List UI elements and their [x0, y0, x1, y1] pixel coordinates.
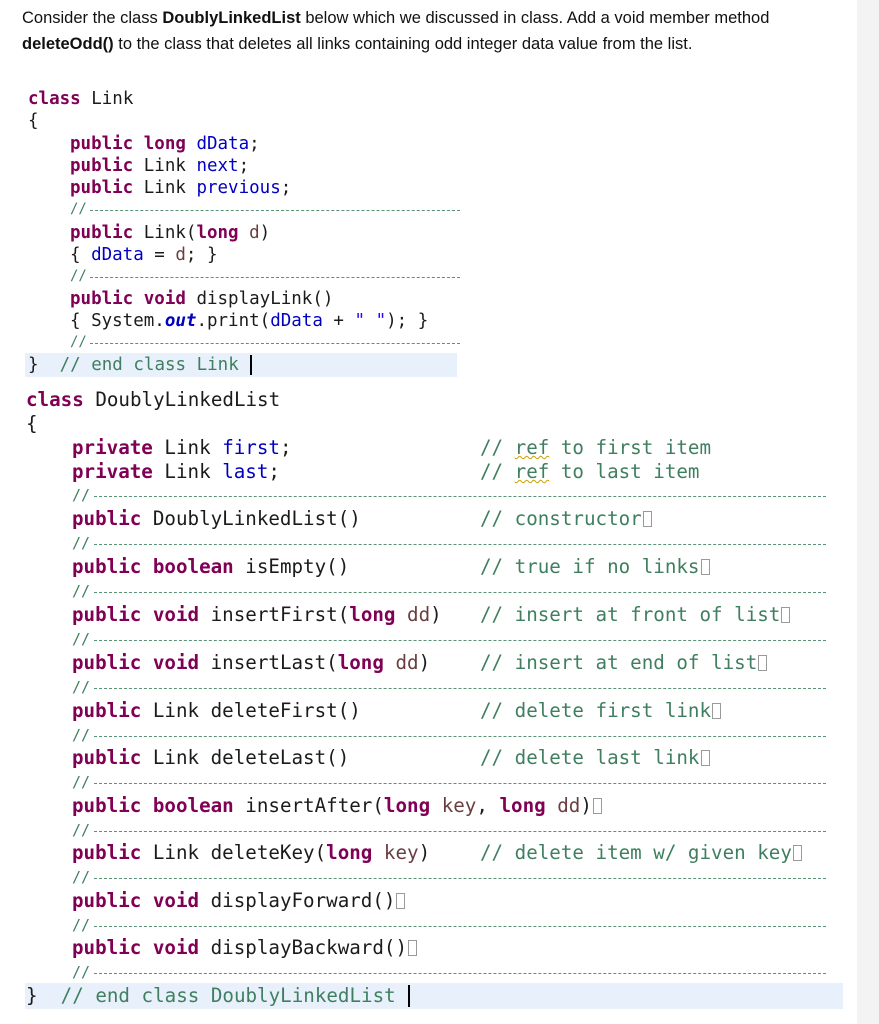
link-field-ddata: public long dData;	[70, 134, 260, 154]
dll-separator-9: //	[72, 868, 91, 886]
dll-separator-7: //	[72, 773, 91, 791]
dll-field-last: private Link last;	[72, 460, 280, 483]
dll-method-isempty: public boolean isEmpty()	[72, 555, 350, 578]
dll-end-line: } // end class DoublyLinkedList	[26, 984, 396, 1007]
placeholder-box	[781, 607, 791, 623]
placeholder-box	[396, 893, 406, 909]
link-open-brace: {	[28, 111, 39, 131]
dll-field-first-comment: // ref to first item	[480, 436, 712, 459]
dll-separator-line-1	[94, 496, 826, 497]
dll-separator-line-8	[94, 831, 826, 832]
link-field-previous: public Link previous;	[70, 178, 292, 198]
link-separator-line-1	[90, 210, 460, 211]
dll-separator-line-2	[94, 544, 826, 545]
dll-separator-11: //	[72, 963, 91, 981]
placeholder-box	[758, 655, 768, 671]
dll-method-deletekey: public Link deleteKey(long key)	[72, 841, 431, 864]
dll-method-displaybackward: public void displayBackward()	[72, 936, 418, 960]
dll-separator-line-10	[94, 926, 826, 927]
dll-separator-line-5	[94, 688, 826, 689]
dll-separator-2: //	[72, 534, 91, 552]
dll-separator-line-6	[94, 736, 826, 737]
dll-method-insertfirst: public void insertFirst(long dd)	[72, 603, 442, 626]
dll-separator-line-11	[94, 973, 826, 974]
dll-separator-line-3	[94, 592, 826, 593]
dll-method-deletekey-comment: // delete item w/ given key	[480, 841, 802, 865]
method-name-bold: deleteOdd()	[22, 34, 114, 53]
dll-class-header: class DoublyLinkedList	[26, 388, 281, 411]
dll-method-deletelast: public Link deleteLast()	[72, 746, 350, 769]
right-margin	[857, 0, 879, 1024]
dll-method-insertfirst-comment: // insert at front of list	[480, 603, 791, 627]
question-text: Consider the class DoublyLinkedList belo…	[22, 9, 770, 53]
placeholder-box	[408, 940, 418, 956]
dll-method-deletefirst: public Link deleteFirst()	[72, 699, 361, 722]
dll-separator-1: //	[72, 486, 91, 504]
dll-method-constructor: public DoublyLinkedList()	[72, 507, 361, 530]
dll-method-deletelast-comment: // delete last link	[480, 746, 710, 770]
link-separator-2: //	[70, 268, 87, 284]
text-cursor-2	[408, 985, 410, 1007]
dll-field-last-comment: // ref to last item	[480, 460, 700, 483]
dll-field-first: private Link first;	[72, 436, 292, 459]
link-end-line: } // end class Link	[28, 355, 239, 375]
dll-method-displayforward: public void displayForward()	[72, 889, 406, 913]
dll-separator-line-7	[94, 783, 826, 784]
dll-method-insertafter: public boolean insertAfter(long key, lon…	[72, 794, 602, 818]
dll-separator-5: //	[72, 678, 91, 696]
link-field-next: public Link next;	[70, 156, 250, 176]
placeholder-box	[700, 559, 710, 575]
placeholder-box	[592, 798, 602, 814]
dll-separator-3: //	[72, 582, 91, 600]
dll-separator-4: //	[72, 630, 91, 648]
link-separator-3: //	[70, 334, 87, 350]
link-class-header: class Link	[28, 89, 134, 109]
placeholder-box	[700, 750, 710, 766]
link-displaylink: public void displayLink()	[70, 289, 334, 309]
placeholder-box	[642, 511, 652, 527]
link-displaylink-body: { System.out.print(dData + " "); }	[70, 311, 429, 331]
dll-separator-line-4	[94, 640, 826, 641]
link-separator-1: //	[70, 201, 87, 217]
link-separator-line-3	[90, 343, 460, 344]
class-name-bold: DoublyLinkedList	[162, 9, 301, 27]
link-constructor-body: { dData = d; }	[70, 245, 218, 265]
dll-separator-line-9	[94, 878, 826, 879]
link-constructor: public Link(long d)	[70, 223, 271, 243]
dll-separator-10: //	[72, 916, 91, 934]
text-cursor-1	[250, 355, 252, 375]
dll-separator-6: //	[72, 726, 91, 744]
dll-method-deletefirst-comment: // delete first link	[480, 699, 722, 723]
dll-method-isempty-comment: // true if no links	[480, 555, 710, 579]
dll-method-constructor-comment: // constructor	[480, 507, 652, 531]
link-separator-line-2	[90, 277, 460, 278]
placeholder-box	[712, 703, 722, 719]
dll-method-insertlast-comment: // insert at end of list	[480, 651, 768, 675]
dll-open-brace: {	[26, 412, 38, 435]
placeholder-box	[792, 845, 802, 861]
dll-method-insertlast: public void insertLast(long dd)	[72, 651, 431, 674]
dll-separator-8: //	[72, 821, 91, 839]
